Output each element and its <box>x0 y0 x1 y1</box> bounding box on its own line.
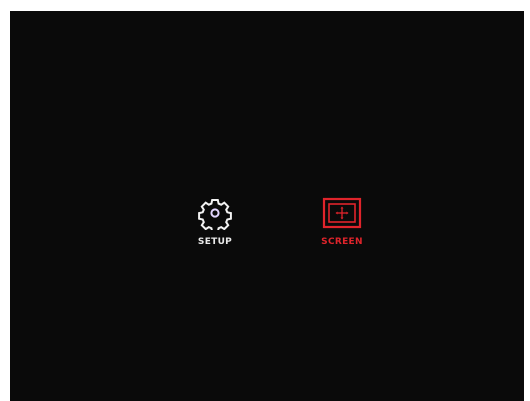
setup-label: SETUP <box>197 237 233 247</box>
gear-icon <box>198 196 232 230</box>
screen-position-icon <box>322 196 362 230</box>
screen-label: SCREEN <box>321 237 363 247</box>
screen-menu-item[interactable]: SCREEN <box>307 196 377 247</box>
osd-screen: SETUP SCREEN <box>10 11 524 401</box>
setup-menu-item[interactable]: SETUP <box>180 196 250 247</box>
